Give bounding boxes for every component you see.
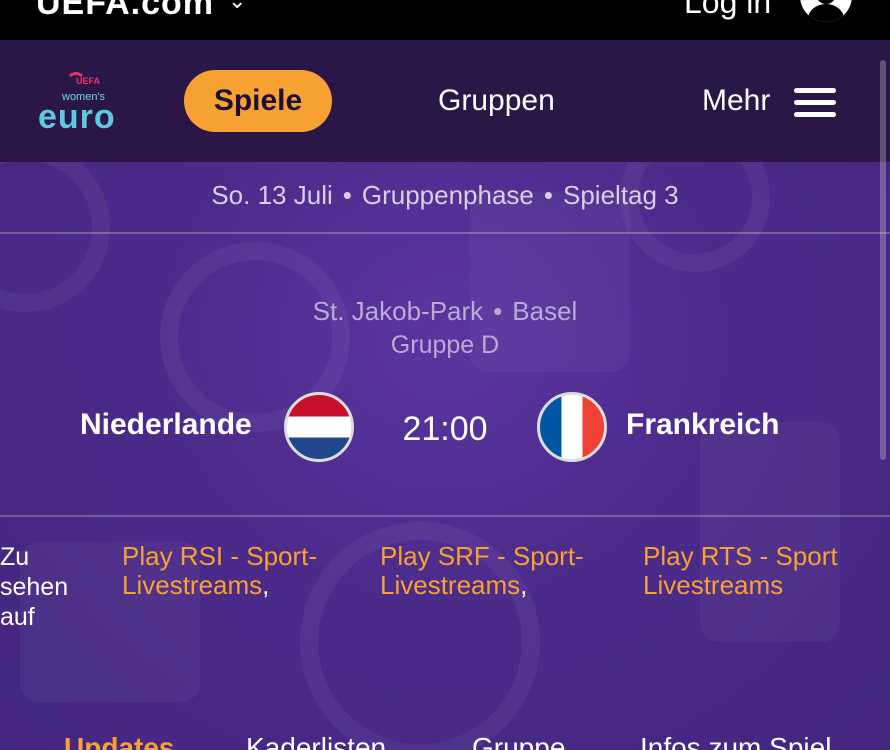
uefa-brand-link[interactable]: UEFA.com xyxy=(36,0,214,23)
login-link[interactable]: Log in xyxy=(684,0,771,21)
match-date-phase: So. 13 Juli • Gruppenphase • Spieltag 3 xyxy=(211,180,679,210)
chevron-down-icon[interactable]: ⌄ xyxy=(228,0,246,14)
stream-line: Play RTS - Sport xyxy=(643,541,838,571)
stream-separator: , xyxy=(520,570,528,600)
kickoff-time: 21:00 xyxy=(402,410,488,448)
nav-item-gruppen[interactable]: Gruppen xyxy=(438,84,555,118)
top-bar: UEFA.com ⌄ Log in xyxy=(0,0,890,40)
match-date: So. 13 Juli xyxy=(211,180,333,210)
stream-link-srf[interactable]: Play SRF - Sport- Livestreams, xyxy=(380,542,610,600)
tab-kaderlisten[interactable]: Kaderlisten xyxy=(246,732,386,750)
netherlands-flag-icon[interactable] xyxy=(284,392,354,462)
away-team-name[interactable]: Frankreich xyxy=(626,408,779,442)
match-phase: Gruppenphase xyxy=(361,180,534,210)
stream-line: Livestreams xyxy=(122,570,263,600)
tab-gruppe[interactable]: Gruppe xyxy=(472,732,565,750)
match-header-background xyxy=(0,162,890,750)
womens-euro-logo[interactable]: UEFA women's euro xyxy=(36,70,146,136)
nav-item-spiele[interactable]: Spiele xyxy=(184,70,332,132)
home-team-name[interactable]: Niederlande xyxy=(80,408,252,442)
stream-link-rts[interactable]: Play RTS - Sport Livestreams xyxy=(643,542,873,600)
divider xyxy=(0,515,890,517)
group-label: Gruppe D xyxy=(390,331,500,359)
france-flag-icon[interactable] xyxy=(537,392,607,462)
tab-infos-zum-spiel[interactable]: Infos zum Spiel xyxy=(640,732,831,750)
stream-link-rsi[interactable]: Play RSI - Sport- Livestreams, xyxy=(122,542,342,600)
nav-item-mehr[interactable]: Mehr xyxy=(702,84,770,118)
stream-line: Play RSI - Sport- xyxy=(122,541,318,571)
stream-line: Play SRF - Sport- xyxy=(380,541,584,571)
main-nav: UEFA women's euro Spiele Gruppen Mehr xyxy=(0,40,890,162)
city-name: Basel xyxy=(512,296,578,326)
logo-euro-text: euro xyxy=(38,98,116,134)
account-icon[interactable] xyxy=(800,0,852,22)
tab-updates[interactable]: Updates xyxy=(64,732,174,750)
stream-separator: , xyxy=(262,570,270,600)
venue-line: St. Jakob-Park • Basel xyxy=(312,296,578,326)
broadcast-label: Zu sehen auf xyxy=(0,543,69,631)
scrollbar[interactable] xyxy=(880,60,886,460)
match-tabs: Updates Kaderlisten Gruppe Infos zum Spi… xyxy=(0,732,890,750)
stadium-name: St. Jakob-Park xyxy=(312,296,484,326)
match-matchday: Spieltag 3 xyxy=(563,180,679,210)
hamburger-icon[interactable] xyxy=(794,88,836,118)
stream-line: Livestreams xyxy=(380,570,521,600)
stream-line: Livestreams xyxy=(643,570,784,600)
divider xyxy=(0,232,890,234)
logo-uefa-text: UEFA xyxy=(76,76,101,86)
